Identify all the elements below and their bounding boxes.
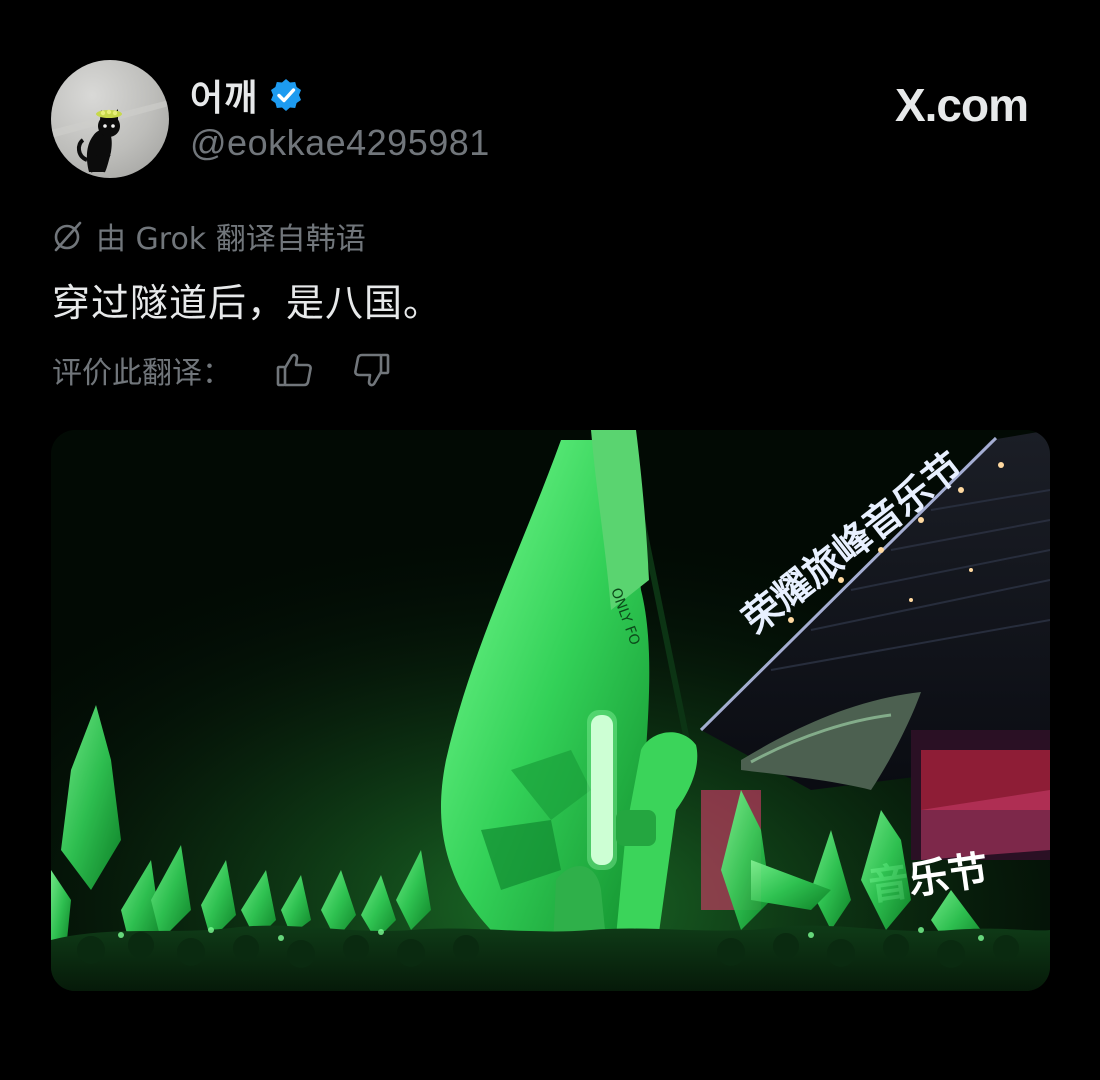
avatar[interactable]: [51, 60, 169, 178]
translation-note: 由 Grok 翻译自韩语: [52, 214, 366, 258]
author-handle[interactable]: @eokkae4295981: [190, 122, 490, 164]
author-name-row: 어깨: [190, 69, 304, 121]
grok-icon: [52, 220, 84, 252]
author-display-name[interactable]: 어깨: [190, 69, 258, 121]
concert-photo-illustration: 荣耀旅峰音乐节 音乐节 ONLY FO: [51, 430, 1050, 991]
site-label: X.com: [894, 79, 1029, 131]
post-card: 어깨 @eokkae4295981 X.com 由 Grok 翻译自韩语 穿过隧…: [0, 0, 1100, 1080]
cat-avatar-icon: [51, 100, 169, 173]
thumbs-up-icon[interactable]: [274, 349, 316, 391]
translation-rating: 评价此翻译：: [52, 348, 392, 392]
verified-badge-icon: [268, 77, 304, 113]
rating-label: 评价此翻译：: [52, 356, 232, 391]
translation-note-text: 由 Grok 翻译自韩语: [96, 222, 366, 257]
post-photo[interactable]: 荣耀旅峰音乐节 音乐节 ONLY FO: [51, 430, 1050, 991]
thumbs-down-icon[interactable]: [350, 349, 392, 391]
post-text: 穿过隧道后，是八国。: [52, 281, 443, 325]
